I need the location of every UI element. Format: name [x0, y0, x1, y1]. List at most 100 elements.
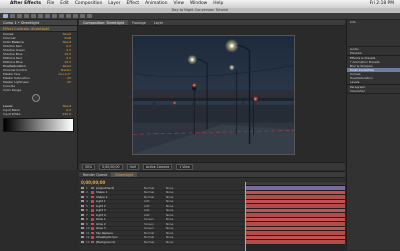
visibility-eye-icon[interactable]: [81, 236, 84, 239]
menu-animation[interactable]: Animation: [145, 0, 167, 8]
visibility-eye-icon[interactable]: [81, 231, 84, 234]
active-camera-dropdown[interactable]: Active Camera: [142, 163, 173, 170]
blend-mode-dropdown[interactable]: Add: [144, 199, 166, 203]
blend-mode-dropdown[interactable]: Add: [144, 208, 166, 212]
parent-dropdown[interactable]: None: [166, 217, 188, 221]
tab-footage[interactable]: Footage: [128, 20, 150, 25]
composition-canvas[interactable]: [132, 35, 295, 155]
label-color-swatch[interactable]: [91, 227, 94, 230]
blend-mode-dropdown[interactable]: Normal: [144, 240, 166, 244]
timeline-timecode[interactable]: 0;00;00;00: [81, 180, 105, 185]
visibility-eye-icon[interactable]: [81, 200, 84, 203]
parent-dropdown[interactable]: None: [166, 231, 188, 235]
label-color-swatch[interactable]: [91, 204, 94, 207]
type-tool-icon[interactable]: [59, 14, 64, 18]
menu-layer[interactable]: Layer: [108, 0, 120, 8]
blend-mode-dropdown[interactable]: Screen: [144, 217, 166, 221]
layer-name[interactable]: Sky Replace: [96, 231, 144, 235]
parent-dropdown[interactable]: None: [166, 222, 188, 226]
blend-mode-dropdown[interactable]: Add: [144, 204, 166, 208]
tab-composition[interactable]: Composition: Streetlight: [79, 20, 129, 25]
effect-property-value[interactable]: 255.0: [62, 112, 77, 116]
effect-property-value[interactable]: [71, 88, 77, 92]
pen-tool-icon[interactable]: [52, 14, 57, 18]
visibility-eye-icon[interactable]: [81, 227, 84, 230]
parent-dropdown[interactable]: None: [166, 199, 188, 203]
menu-window[interactable]: Window: [190, 0, 207, 8]
parent-dropdown[interactable]: None: [166, 226, 188, 230]
puppet-tool-icon[interactable]: [87, 14, 92, 18]
current-time-display[interactable]: 0;00;00;00: [99, 163, 123, 170]
blend-mode-dropdown[interactable]: Normal: [144, 235, 166, 239]
label-color-swatch[interactable]: [91, 195, 94, 198]
blend-mode-dropdown[interactable]: Normal: [144, 186, 166, 190]
blend-mode-dropdown[interactable]: Normal: [144, 195, 166, 199]
layer-name[interactable]: Shape 1: [96, 190, 144, 194]
menu-effect[interactable]: Effect: [126, 0, 139, 8]
parent-dropdown[interactable]: None: [166, 186, 188, 190]
blend-mode-dropdown[interactable]: Normal: [144, 190, 166, 194]
layer-name[interactable]: Glow 1: [96, 217, 144, 221]
label-color-swatch[interactable]: [91, 231, 94, 234]
label-color-swatch[interactable]: [91, 209, 94, 212]
blend-mode-dropdown[interactable]: Normal: [144, 231, 166, 235]
label-color-swatch[interactable]: [91, 222, 94, 225]
effect-property-row[interactable]: Color Range: [0, 88, 77, 92]
hue-dial-icon[interactable]: [32, 94, 40, 102]
visibility-eye-icon[interactable]: [81, 209, 84, 212]
parent-dropdown[interactable]: None: [166, 208, 188, 212]
label-color-swatch[interactable]: [91, 240, 94, 243]
panel-tab-preview[interactable]: Preview: [347, 51, 400, 55]
visibility-eye-icon[interactable]: [81, 191, 84, 194]
brush-tool-icon[interactable]: [66, 14, 71, 18]
layer-name[interactable]: Glow 2: [96, 222, 144, 226]
effect-property-row[interactable]: Input White 255.0: [0, 112, 77, 116]
resolution-dropdown[interactable]: Half: [126, 163, 139, 170]
pan-behind-tool-icon[interactable]: [38, 14, 43, 18]
selection-tool-icon[interactable]: [3, 14, 8, 18]
blend-mode-dropdown[interactable]: Screen: [144, 226, 166, 230]
menu-file[interactable]: File: [47, 0, 54, 8]
visibility-eye-icon[interactable]: [81, 186, 84, 189]
parent-dropdown[interactable]: None: [166, 235, 188, 239]
visibility-eye-icon[interactable]: [81, 213, 84, 216]
label-color-swatch[interactable]: [91, 213, 94, 216]
label-color-swatch[interactable]: [91, 191, 94, 194]
visibility-eye-icon[interactable]: [81, 240, 84, 243]
blend-mode-dropdown[interactable]: Add: [144, 213, 166, 217]
layer-name[interactable]: Glow 3: [96, 226, 144, 230]
clone-tool-icon[interactable]: [73, 14, 78, 18]
parent-dropdown[interactable]: None: [166, 204, 188, 208]
visibility-eye-icon[interactable]: [81, 222, 84, 225]
parent-dropdown[interactable]: None: [166, 195, 188, 199]
label-color-swatch[interactable]: [91, 186, 94, 189]
visibility-eye-icon[interactable]: [81, 204, 84, 207]
layer-row[interactable]: 13 [Background] Normal None: [79, 240, 244, 245]
layer-name[interactable]: [Background]: [96, 240, 144, 244]
layer-name[interactable]: Light 4: [96, 213, 144, 217]
menu-help[interactable]: Help: [213, 0, 223, 8]
zoom-tool-icon[interactable]: [17, 14, 22, 18]
label-color-swatch[interactable]: [91, 236, 94, 239]
tab-render-queue[interactable]: Render Queue: [79, 172, 111, 177]
layer-name[interactable]: Light 1: [96, 199, 144, 203]
label-color-swatch[interactable]: [91, 218, 94, 221]
parent-dropdown[interactable]: None: [166, 240, 188, 244]
layer-name[interactable]: Light 2: [96, 204, 144, 208]
tab-timeline-streetlight[interactable]: Streetlight: [111, 172, 138, 177]
tab-layer[interactable]: Layer: [150, 20, 167, 25]
layer-name[interactable]: Light 3: [96, 208, 144, 212]
mask-tool-icon[interactable]: [45, 14, 50, 18]
view-layout-dropdown[interactable]: 1 View: [176, 163, 193, 170]
layer-name[interactable]: Shape 2: [96, 195, 144, 199]
visibility-eye-icon[interactable]: [81, 218, 84, 221]
app-menu[interactable]: After Effects: [10, 0, 41, 8]
layer-name[interactable]: [Adjustment]: [96, 186, 144, 190]
menu-composition[interactable]: Composition: [75, 0, 102, 8]
panel-tab-character[interactable]: Character: [347, 89, 400, 93]
menu-edit[interactable]: Edit: [60, 0, 69, 8]
levels-histogram[interactable]: [3, 118, 74, 132]
visibility-eye-icon[interactable]: [81, 195, 84, 198]
parent-dropdown[interactable]: None: [166, 190, 188, 194]
magnification-dropdown[interactable]: 50%: [82, 163, 96, 170]
